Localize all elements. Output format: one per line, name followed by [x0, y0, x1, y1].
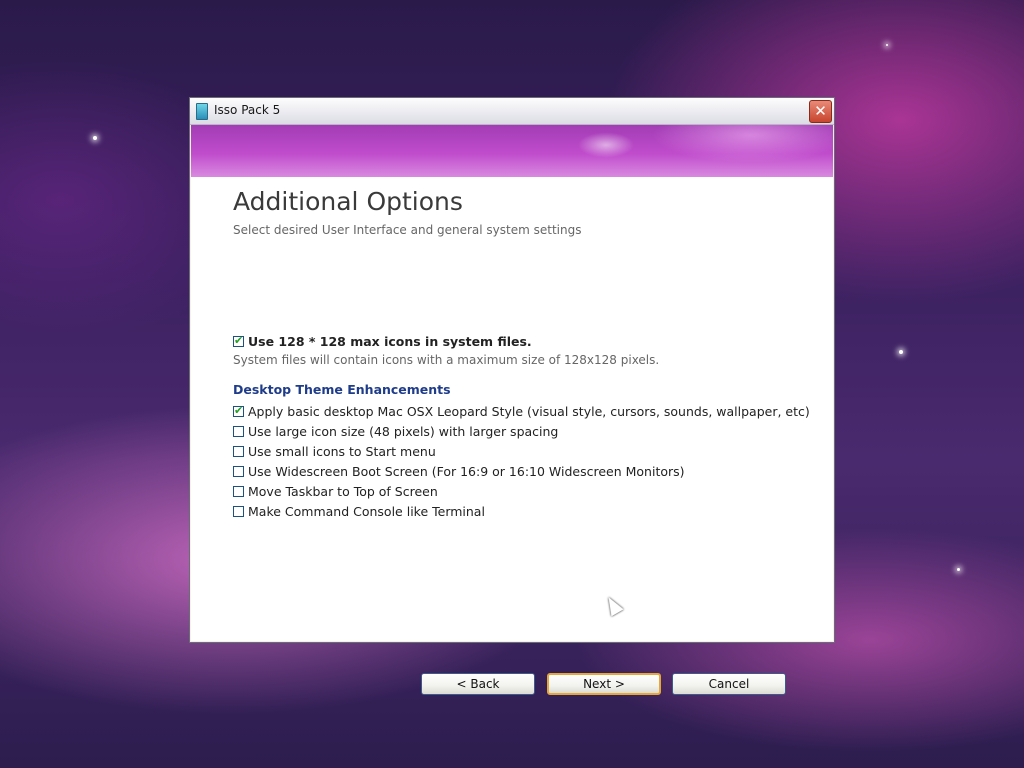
back-button[interactable]: < Back — [421, 673, 535, 695]
installer-window: Isso Pack 5 ✕ Additional Options Select … — [189, 97, 835, 695]
star-decoration — [886, 44, 888, 46]
option-row[interactable]: Use large icon size (48 pixels) with lar… — [233, 423, 558, 439]
next-button[interactable]: Next > — [547, 673, 661, 695]
option-row[interactable]: Apply basic desktop Mac OSX Leopard Styl… — [233, 403, 810, 419]
option-row[interactable]: Move Taskbar to Top of Screen — [233, 483, 438, 499]
option-row[interactable]: Use small icons to Start menu — [233, 443, 436, 459]
main-option-label: Use 128 * 128 max icons in system files. — [248, 334, 532, 349]
option-label: Use Widescreen Boot Screen (For 16:9 or … — [248, 464, 685, 479]
checkbox[interactable] — [233, 506, 244, 517]
cancel-button[interactable]: Cancel — [672, 673, 786, 695]
close-icon: ✕ — [814, 102, 827, 120]
option-label: Make Command Console like Terminal — [248, 504, 485, 519]
star-decoration — [957, 568, 960, 571]
checkbox[interactable] — [233, 404, 244, 417]
section-title: Desktop Theme Enhancements — [233, 382, 451, 397]
checkbox[interactable] — [233, 334, 244, 347]
option-label: Move Taskbar to Top of Screen — [248, 484, 438, 499]
option-label: Apply basic desktop Mac OSX Leopard Styl… — [248, 404, 810, 419]
option-label: Use large icon size (48 pixels) with lar… — [248, 424, 559, 439]
content-area: Additional Options Select desired User I… — [191, 177, 833, 695]
star-decoration — [93, 136, 97, 140]
header-banner — [191, 125, 833, 177]
star-decoration — [899, 350, 903, 354]
option-row[interactable]: Use Widescreen Boot Screen (For 16:9 or … — [233, 463, 685, 479]
page-title: Additional Options — [233, 187, 463, 216]
main-option-note: System files will contain icons with a m… — [233, 353, 660, 367]
title-bar[interactable]: Isso Pack 5 ✕ — [190, 98, 834, 125]
main-option-checkbox-row[interactable]: Use 128 * 128 max icons in system files. — [233, 333, 532, 349]
app-icon — [196, 103, 208, 120]
close-button[interactable]: ✕ — [809, 100, 832, 123]
option-row[interactable]: Make Command Console like Terminal — [233, 503, 485, 519]
checkbox[interactable] — [233, 486, 244, 497]
checkbox[interactable] — [233, 466, 244, 477]
page-subtitle: Select desired User Interface and genera… — [233, 223, 582, 237]
checkbox[interactable] — [233, 426, 244, 437]
checkbox[interactable] — [233, 446, 244, 457]
window-title: Isso Pack 5 — [214, 103, 281, 117]
option-label: Use small icons to Start menu — [248, 444, 436, 459]
